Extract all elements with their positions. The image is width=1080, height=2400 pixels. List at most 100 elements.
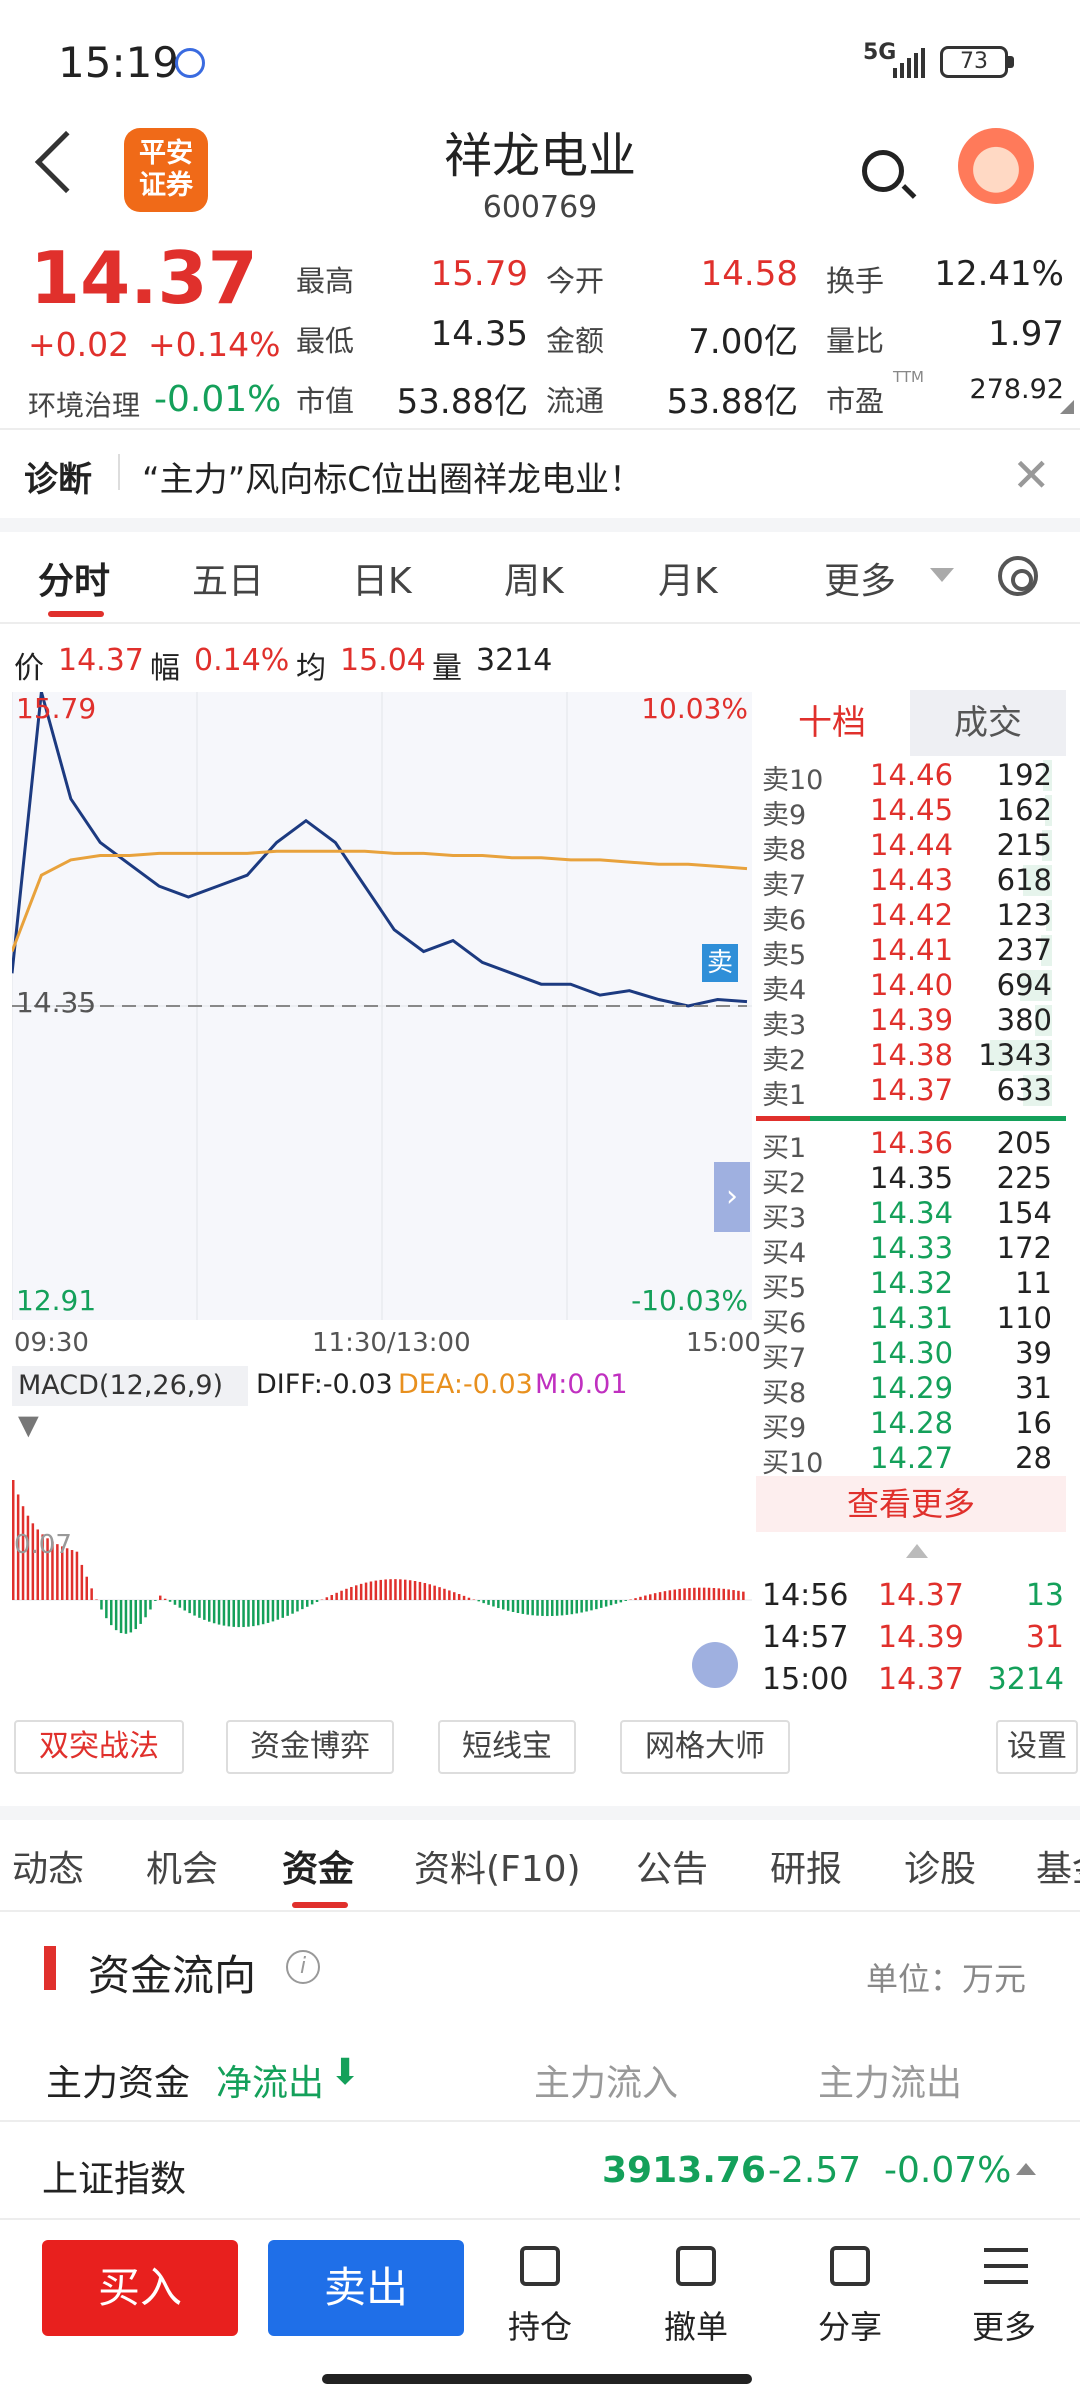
section-tab-2[interactable]: 资金	[282, 1840, 354, 1892]
chevron-up-icon[interactable]	[906, 1544, 928, 1558]
diagnosis-text[interactable]: “主力”风向标C位出圈祥龙电业！	[142, 452, 643, 501]
bid-price[interactable]: 14.31	[870, 1301, 953, 1335]
ask-price[interactable]: 14.43	[870, 863, 953, 897]
strategy-button-2[interactable]: 短线宝	[438, 1720, 576, 1774]
trade-price: 14.37	[878, 1578, 964, 1613]
intraday-chart[interactable]: 15.79 10.03% 14.35 12.91 -10.03% 卖 ›	[10, 691, 752, 1320]
tab-intraday[interactable]: 分时	[38, 552, 110, 604]
strategy-button-4[interactable]: 设置	[996, 1720, 1078, 1774]
bid-level-label: 买10	[762, 1448, 824, 1479]
cancel-order-label[interactable]: 撤单	[636, 2302, 756, 2348]
ask-level-label: 卖3	[762, 1010, 807, 1041]
macd-bar	[310, 1600, 314, 1605]
close-icon[interactable]: ✕	[1012, 448, 1051, 502]
see-more-button[interactable]: 查看更多	[756, 1476, 1066, 1532]
bid-price[interactable]: 14.28	[870, 1406, 953, 1440]
ask-price[interactable]: 14.37	[870, 1073, 953, 1107]
section-tab-0[interactable]: 动态	[12, 1840, 84, 1892]
strategy-button-3[interactable]: 网格大师	[620, 1720, 790, 1774]
stat-value: 15.79	[430, 254, 528, 294]
macd-selector[interactable]: MACD(12,26,9) ▼	[12, 1366, 248, 1441]
section-tab-3[interactable]: 资料(F10)	[414, 1840, 581, 1892]
sell-button[interactable]: 卖出	[268, 2240, 464, 2336]
sector-label[interactable]: 环境治理	[28, 384, 140, 424]
macd-bar	[350, 1586, 353, 1600]
macd-bar	[722, 1588, 725, 1600]
index-name[interactable]: 上证指数	[42, 2150, 186, 2202]
holdings-icon[interactable]	[520, 2246, 560, 2286]
section-tab-4[interactable]: 公告	[636, 1840, 708, 1892]
stat-value: 278.92	[969, 374, 1064, 405]
tab-chart-3[interactable]: 周K	[504, 552, 564, 604]
info-avg-label: 均	[296, 651, 326, 686]
more-label[interactable]: 更多	[944, 2302, 1064, 2348]
ask-price[interactable]: 14.39	[870, 1003, 953, 1037]
time-start: 09:30	[14, 1328, 89, 1358]
strategy-button-1[interactable]: 资金博弈	[226, 1720, 394, 1774]
bid-price[interactable]: 14.35	[870, 1161, 953, 1195]
macd-bar	[198, 1600, 201, 1618]
holdings-label[interactable]: 持仓	[480, 2302, 600, 2348]
fullscreen-icon[interactable]	[692, 1642, 738, 1688]
ask-price[interactable]: 14.40	[870, 968, 953, 1002]
bid-price[interactable]: 14.33	[870, 1231, 953, 1265]
ask-price[interactable]: 14.38	[870, 1038, 953, 1072]
bid-price[interactable]: 14.29	[870, 1371, 953, 1405]
macd-bar	[653, 1593, 657, 1600]
bid-price[interactable]: 14.30	[870, 1336, 953, 1370]
tab-chart-4[interactable]: 月K	[658, 552, 718, 604]
ask-price[interactable]: 14.42	[870, 898, 953, 932]
macd-bar	[506, 1600, 510, 1611]
strategy-button-0[interactable]: 双突战法	[14, 1720, 184, 1774]
ask-level-label: 卖5	[762, 940, 807, 971]
ask-price[interactable]: 14.46	[870, 758, 953, 792]
bid-price[interactable]: 14.36	[870, 1126, 953, 1160]
macd-bar	[404, 1579, 407, 1600]
ask-price[interactable]: 14.45	[870, 793, 953, 827]
stat-value: 1.97	[988, 314, 1064, 354]
chart-high-pct: 10.03%	[641, 692, 748, 725]
gear-icon[interactable]	[998, 556, 1038, 596]
tab-chart-2[interactable]: 日K	[352, 552, 412, 604]
bid-price[interactable]: 14.32	[870, 1266, 953, 1300]
last-price: 14.37	[30, 236, 258, 320]
avg-price-line	[10, 849, 748, 953]
macd-bar	[212, 1600, 216, 1624]
share-icon[interactable]	[830, 2246, 870, 2286]
chevron-down-icon[interactable]	[930, 568, 954, 582]
bid-price[interactable]: 14.34	[870, 1196, 953, 1230]
cancel-order-icon[interactable]	[676, 2246, 716, 2286]
ask-price[interactable]: 14.44	[870, 828, 953, 862]
macd-bar	[237, 1600, 240, 1628]
chevron-up-icon[interactable]	[1016, 2163, 1036, 2175]
expand-panel-button[interactable]: ›	[714, 1162, 750, 1232]
menu-icon[interactable]	[984, 2248, 1028, 2284]
section-tab-6[interactable]: 诊股	[904, 1840, 976, 1892]
buy-button[interactable]: 买入	[42, 2240, 238, 2336]
assistant-avatar[interactable]	[958, 128, 1034, 204]
macd-bar	[394, 1579, 397, 1600]
section-tab-1[interactable]: 机会	[146, 1840, 218, 1892]
tab-chart-1[interactable]: 五日	[192, 552, 264, 604]
macd-bar	[379, 1579, 382, 1600]
share-label[interactable]: 分享	[790, 2302, 910, 2348]
macd-bar	[418, 1581, 422, 1600]
info-icon[interactable]: i	[286, 1950, 320, 1984]
tab-ten-levels[interactable]: 十档	[756, 690, 908, 756]
ask-price[interactable]: 14.41	[870, 933, 953, 967]
info-price-label: 价	[14, 651, 44, 686]
macd-bar	[668, 1590, 672, 1600]
section-tab-5[interactable]: 研报	[770, 1840, 842, 1892]
tab-trades[interactable]: 成交	[910, 690, 1066, 756]
section-tab-7[interactable]: 基金	[1036, 1840, 1080, 1892]
sell-marker[interactable]: 卖	[702, 944, 738, 982]
bid-price[interactable]: 14.27	[870, 1441, 953, 1475]
back-arrow-icon[interactable]	[34, 130, 98, 194]
ask-volume: 237	[996, 933, 1052, 967]
intraday-chart-svg	[10, 691, 752, 1320]
ask-volume: 380	[996, 1003, 1052, 1037]
search-icon[interactable]	[862, 150, 904, 192]
tab-more[interactable]: 更多	[824, 552, 896, 604]
macd-bar	[369, 1581, 373, 1600]
macd-bar	[266, 1600, 270, 1623]
